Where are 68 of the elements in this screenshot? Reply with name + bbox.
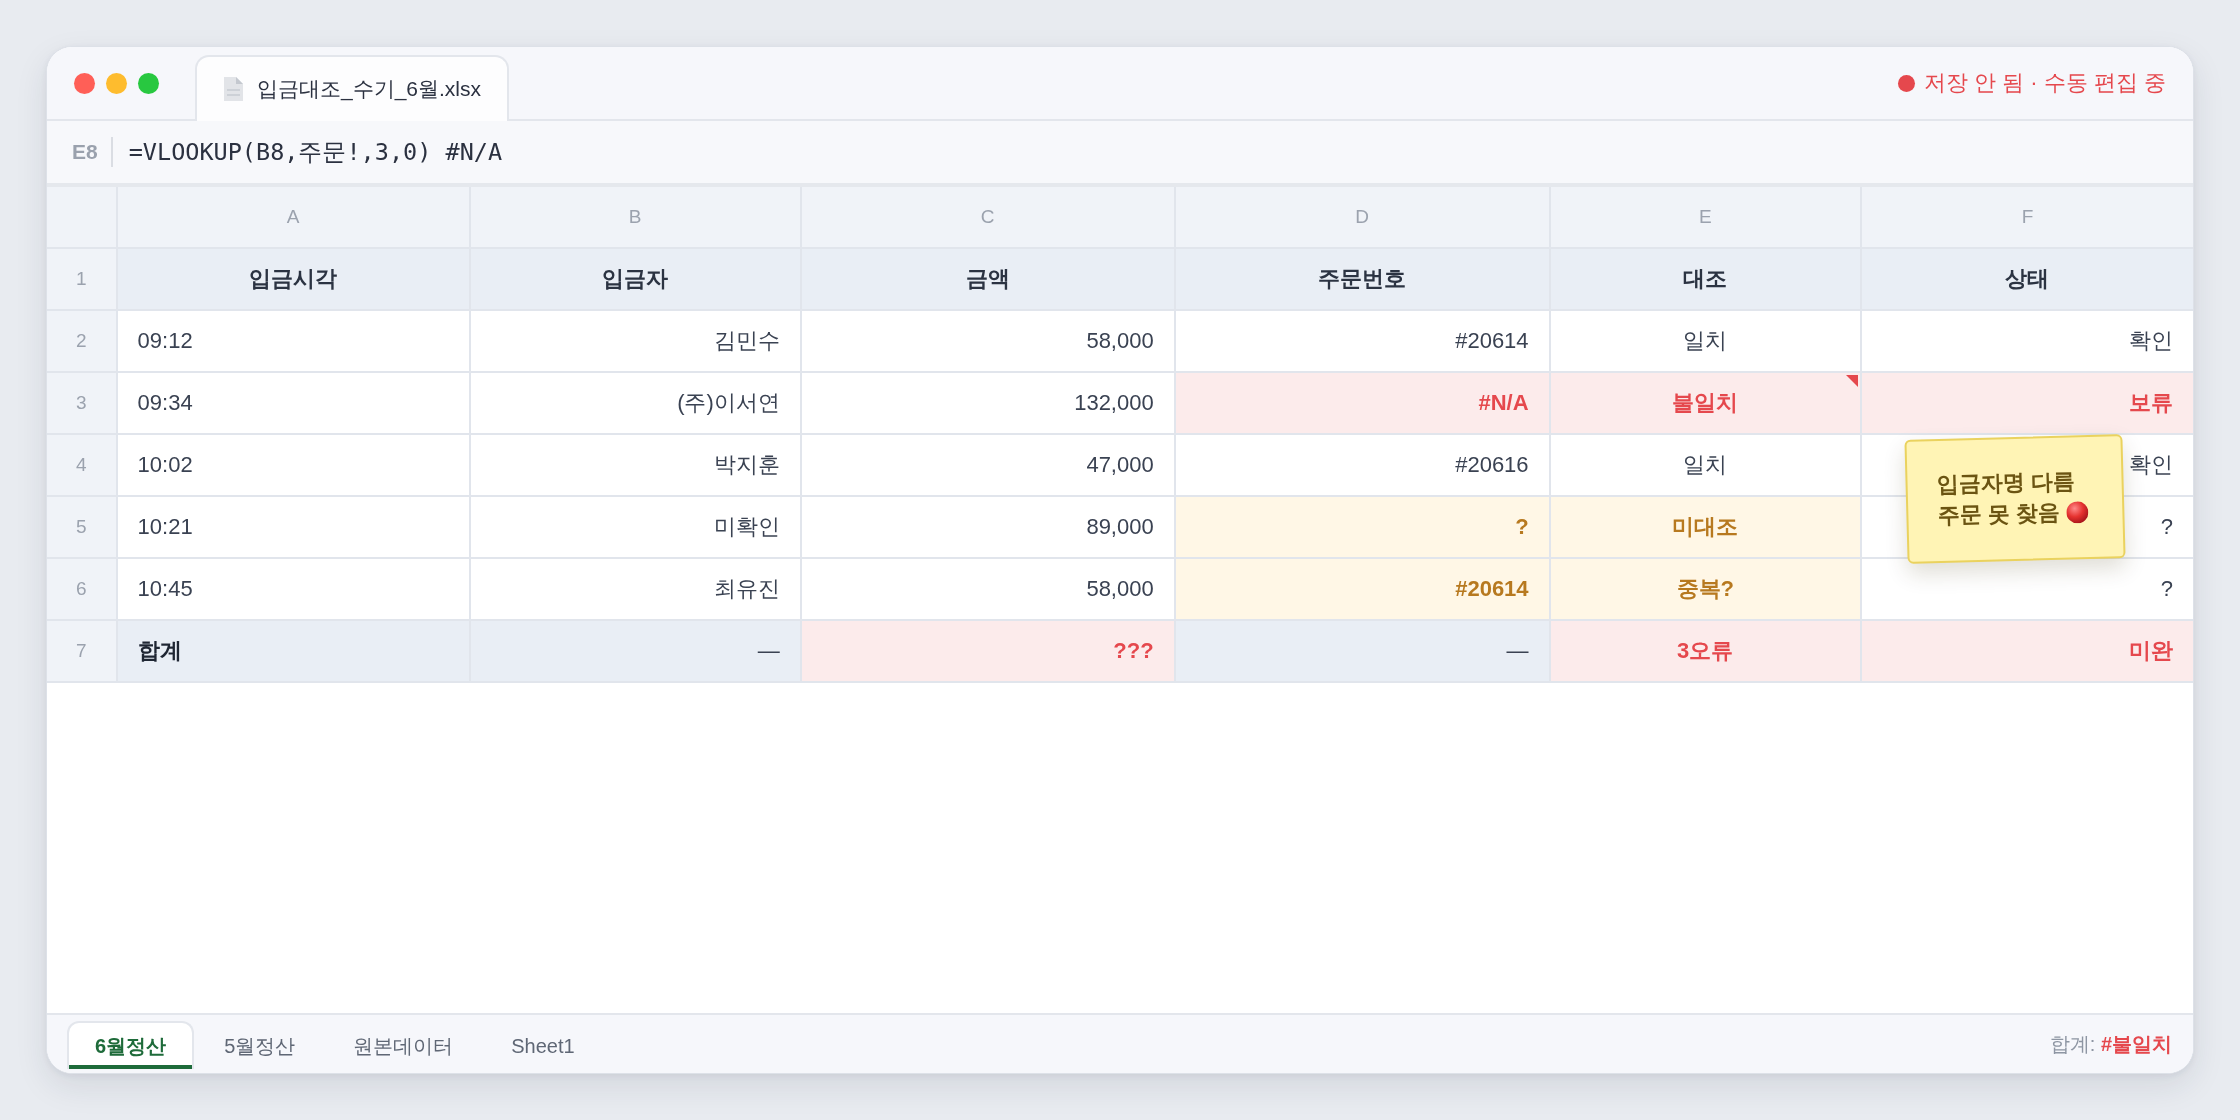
table-cell: 132,000: [801, 373, 1174, 433]
row-header[interactable]: 3: [47, 373, 116, 433]
column-header[interactable]: C: [801, 187, 1174, 247]
table-cell: 58,000: [801, 311, 1174, 371]
table-cell: 10:21: [117, 497, 469, 557]
table-cell: 09:34: [117, 373, 469, 433]
table-cell: (주)이서연: [470, 373, 800, 433]
row-header[interactable]: 5: [47, 497, 116, 557]
table-cell: 일치: [1550, 435, 1860, 495]
save-status: 저장 안 됨 · 수동 편집 중: [1924, 69, 2166, 97]
table-cell: 김민수: [470, 311, 800, 371]
header-cell: 주문번호: [1175, 249, 1549, 309]
table-cell: 미확인: [470, 497, 800, 557]
table-cell: 확인: [1861, 311, 2193, 371]
total-cell: —: [1175, 621, 1549, 681]
summary-text: 합계: #불일치: [2049, 1031, 2172, 1057]
table-cell: ?: [1175, 497, 1549, 557]
column-header[interactable]: E: [1550, 187, 1860, 247]
total-cell: 합계: [117, 621, 469, 681]
dot-icon: [2066, 501, 2089, 524]
row-header[interactable]: 7: [47, 621, 116, 681]
table-cell: #20616: [1175, 435, 1549, 495]
maximize-button[interactable]: [138, 72, 159, 94]
column-header[interactable]: D: [1175, 187, 1549, 247]
table-cell: 미대조: [1550, 497, 1860, 557]
row-header[interactable]: 6: [47, 559, 116, 619]
table-cell: 일치: [1550, 311, 1860, 371]
table-cell: 09:12: [117, 311, 469, 371]
total-cell: 미완: [1861, 621, 2193, 681]
sheet-tab[interactable]: Sheet1: [483, 1021, 603, 1069]
table-cell: 47,000: [801, 435, 1174, 495]
total-cell: —: [470, 621, 800, 681]
column-header[interactable]: A: [117, 187, 469, 247]
note-line: 주문 못 찾음: [1937, 498, 2060, 531]
sheet-tab[interactable]: 원본데이터: [325, 1021, 482, 1069]
header-cell: 입금자: [470, 249, 800, 309]
table-cell: 보류: [1861, 373, 2193, 433]
column-header[interactable]: B: [470, 187, 800, 247]
row-header[interactable]: 2: [47, 311, 116, 371]
document-tab[interactable]: 입금대조_수기_6월.xlsx: [195, 55, 510, 121]
header-cell: 상태: [1861, 249, 2193, 309]
sheet-tab[interactable]: 6월정산: [67, 1021, 195, 1069]
row-header[interactable]: 4: [47, 435, 116, 495]
close-button[interactable]: [74, 72, 95, 94]
minimize-button[interactable]: [106, 72, 127, 94]
total-cell: ???: [801, 621, 1174, 681]
file-icon: [223, 76, 244, 102]
table-cell: #N/A: [1175, 373, 1549, 433]
formula-field[interactable]: =VLOOKUP(B8,주문!,3,0) #N/A: [128, 136, 503, 168]
row-header[interactable]: 1: [47, 249, 116, 309]
table-cell: 불일치: [1550, 373, 1860, 433]
table-cell: 10:02: [117, 435, 469, 495]
table-cell: #20614: [1175, 559, 1549, 619]
name-box[interactable]: E8: [72, 140, 98, 164]
table-cell: 10:45: [117, 559, 469, 619]
table-cell: 중복?: [1550, 559, 1860, 619]
header-cell: 금액: [801, 249, 1174, 309]
sheet-tab[interactable]: 5월정산: [196, 1021, 324, 1069]
header-cell: 입금시각: [117, 249, 469, 309]
table-cell: #20614: [1175, 311, 1549, 371]
table-cell: 58,000: [801, 559, 1174, 619]
header-cell: 대조: [1550, 249, 1860, 309]
table-cell: 박지훈: [470, 435, 800, 495]
column-header[interactable]: F: [1861, 187, 2193, 247]
table-cell: 최유진: [470, 559, 800, 619]
total-cell: 3오류: [1550, 621, 1860, 681]
table-cell: 89,000: [801, 497, 1174, 557]
table-cell: ?: [1861, 559, 2193, 619]
